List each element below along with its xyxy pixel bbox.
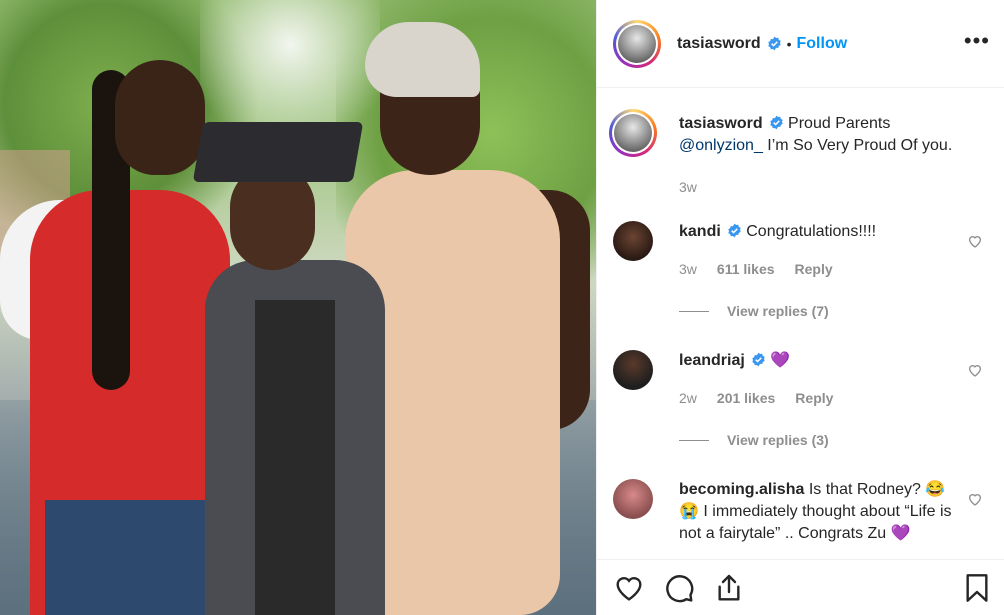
comment-meta: 2w 201 likes Reply: [679, 390, 833, 406]
comment-icon[interactable]: [663, 572, 695, 604]
view-replies-button[interactable]: View replies (3): [679, 432, 829, 448]
photo-man-head: [115, 60, 205, 175]
verified-badge-icon: [769, 115, 783, 130]
post-photo: [0, 0, 596, 615]
heart-icon[interactable]: [613, 572, 645, 604]
reply-button[interactable]: Reply: [795, 390, 833, 406]
comments-list: tasiasword Proud Parents @onlyzion_ I’m …: [597, 89, 1004, 559]
comment-text: becoming.alisha Is that Rodney? 😂😭 I imm…: [679, 479, 959, 545]
comment-meta: 3w 611 likes Reply: [679, 261, 833, 277]
caption-text-1: Proud Parents: [788, 115, 891, 132]
action-bar: [597, 559, 1004, 615]
post-sidebar: tasiasword • Follow ••• tasiasword Proud…: [596, 0, 1004, 615]
comment-time[interactable]: 2w: [679, 390, 697, 406]
commenter-avatar[interactable]: [613, 350, 653, 390]
author-avatar[interactable]: [613, 19, 661, 68]
reply-button[interactable]: Reply: [795, 261, 833, 277]
comment-text: kandi Congratulations!!!!: [679, 221, 959, 243]
caption-avatar[interactable]: [609, 109, 657, 157]
photo-man-jeans: [45, 500, 205, 615]
caption-username[interactable]: tasiasword: [679, 115, 763, 132]
comment-body: 💜: [770, 352, 791, 369]
comment-like-heart-icon[interactable]: [967, 362, 983, 378]
share-icon[interactable]: [713, 572, 745, 604]
photo-graduation-cap: [192, 122, 364, 182]
photo-graduate-dress: [255, 300, 335, 615]
commenter-avatar[interactable]: [613, 479, 653, 519]
photo-woman-hair: [365, 22, 480, 97]
comment-body: Congratulations!!!!: [746, 223, 877, 240]
caption-mention[interactable]: @onlyzion_: [679, 137, 763, 154]
follow-button[interactable]: Follow: [797, 35, 848, 53]
post-header: tasiasword • Follow •••: [597, 0, 1004, 88]
caption-text-2: I’m So Very Proud Of you.: [762, 137, 953, 154]
comment-time[interactable]: 3w: [679, 261, 697, 277]
verified-badge-icon: [767, 36, 781, 51]
view-replies-button[interactable]: View replies (7): [679, 303, 829, 319]
comment-likes[interactable]: 201 likes: [717, 390, 775, 406]
header-separator: •: [786, 35, 792, 52]
view-replies-label: View replies (7): [727, 303, 829, 319]
author-username[interactable]: tasiasword: [677, 35, 761, 53]
replies-divider: [679, 310, 709, 312]
commenter-avatar[interactable]: [613, 221, 653, 261]
caption-text: tasiasword Proud Parents @onlyzion_ I’m …: [679, 113, 959, 157]
comment-username[interactable]: becoming.alisha: [679, 481, 804, 498]
comment-like-heart-icon[interactable]: [967, 491, 983, 507]
verified-badge-icon: [728, 223, 741, 238]
replies-divider: [679, 439, 709, 441]
verified-badge-icon: [752, 352, 765, 367]
bookmark-icon[interactable]: [961, 572, 993, 604]
comment-likes[interactable]: 611 likes: [717, 261, 775, 277]
comment-username[interactable]: leandriaj: [679, 352, 745, 369]
view-replies-label: View replies (3): [727, 432, 829, 448]
author-info: tasiasword • Follow: [677, 35, 847, 53]
caption-time[interactable]: 3w: [679, 179, 697, 195]
comment-text: leandriaj 💜: [679, 350, 959, 372]
comment-like-heart-icon[interactable]: [967, 233, 983, 249]
caption-meta: 3w: [679, 179, 697, 195]
more-options-icon[interactable]: •••: [964, 30, 990, 52]
comment-username[interactable]: kandi: [679, 223, 721, 240]
